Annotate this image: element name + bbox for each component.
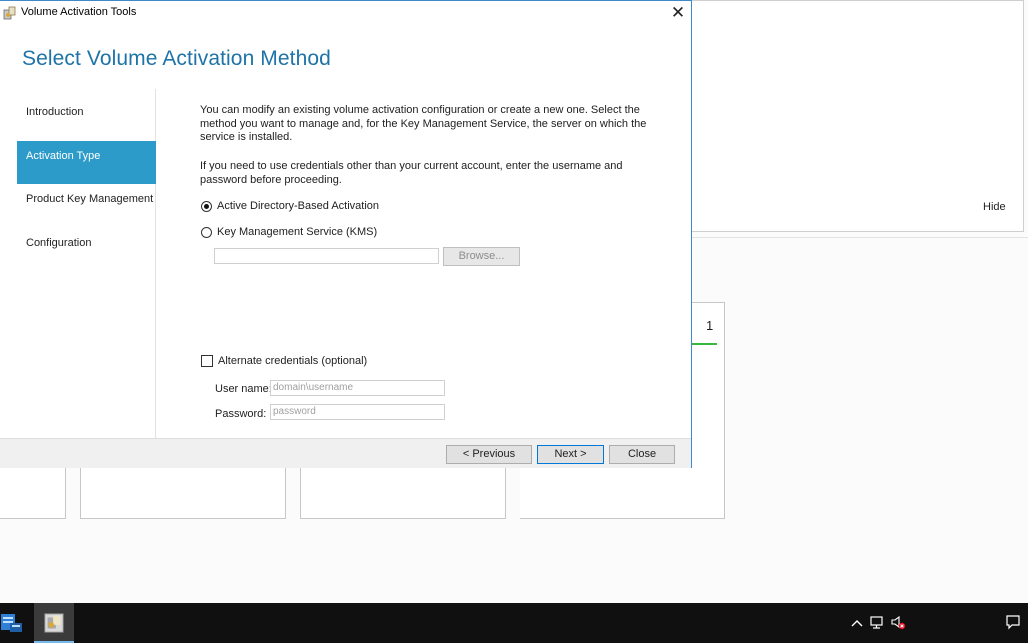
nav-item-activation-type[interactable]: Activation Type — [17, 141, 156, 184]
adba-radio[interactable] — [201, 200, 212, 212]
intro-text: You can modify an existing volume activa… — [200, 104, 647, 143]
password-label: Password: — [215, 408, 267, 420]
volume-muted-icon[interactable] — [890, 613, 906, 631]
volume-activation-taskbar-icon — [44, 613, 64, 633]
adba-label: Active Directory-Based Activation — [217, 200, 380, 212]
title-bar[interactable]: Volume Activation Tools ✕ — [0, 1, 691, 25]
wizard-nav: Introduction Activation Type Product Key… — [0, 89, 156, 439]
window-title: Volume Activation Tools — [21, 6, 137, 18]
dialog-footer: < Previous Next > Close — [0, 438, 691, 468]
tile-count: 1 — [706, 318, 714, 333]
alt-creds-option[interactable]: Alternate credentials (optional) — [201, 354, 367, 368]
hide-link[interactable]: Hide — [983, 201, 1006, 213]
previous-button[interactable]: < Previous — [446, 445, 532, 464]
taskbar-server-manager[interactable] — [0, 603, 28, 643]
background-panel — [691, 0, 1024, 232]
chevron-up-icon[interactable] — [850, 614, 864, 632]
background-tile — [300, 463, 506, 519]
network-icon[interactable] — [869, 613, 885, 631]
kms-option[interactable]: Key Management Service (KMS) — [201, 225, 377, 239]
credentials-hint-text: If you need to use credentials other tha… — [200, 160, 623, 186]
volume-activation-icon — [3, 6, 16, 20]
username-label: User name: — [215, 383, 272, 395]
nav-item-configuration[interactable]: Configuration — [17, 228, 156, 271]
alt-creds-checkbox[interactable] — [201, 355, 213, 367]
kms-radio[interactable] — [201, 226, 212, 238]
username-field[interactable]: domain\username — [270, 380, 445, 396]
browse-button[interactable]: Browse... — [443, 247, 520, 266]
background-tile — [0, 463, 66, 519]
taskbar-volume-activation[interactable] — [34, 603, 74, 643]
page-title: Select Volume Activation Method — [22, 47, 331, 70]
background-tile — [80, 463, 286, 519]
notifications-icon[interactable] — [1005, 613, 1021, 631]
close-button[interactable]: Close — [609, 445, 675, 464]
password-field[interactable]: password — [270, 404, 445, 420]
kms-label: Key Management Service (KMS) — [217, 226, 378, 238]
next-button[interactable]: Next > — [537, 445, 604, 464]
kms-server-input[interactable] — [214, 248, 439, 264]
adba-option[interactable]: Active Directory-Based Activation — [201, 199, 379, 213]
volume-activation-dialog: Volume Activation Tools ✕ Select Volume … — [0, 0, 692, 468]
close-icon[interactable]: ✕ — [668, 3, 688, 23]
server-manager-icon — [1, 614, 22, 632]
status-indicator-bar — [692, 343, 717, 345]
nav-item-introduction[interactable]: Introduction — [17, 97, 156, 140]
nav-item-product-key-management[interactable]: Product Key Management — [17, 184, 156, 227]
alt-creds-label: Alternate credentials (optional) — [218, 355, 368, 367]
